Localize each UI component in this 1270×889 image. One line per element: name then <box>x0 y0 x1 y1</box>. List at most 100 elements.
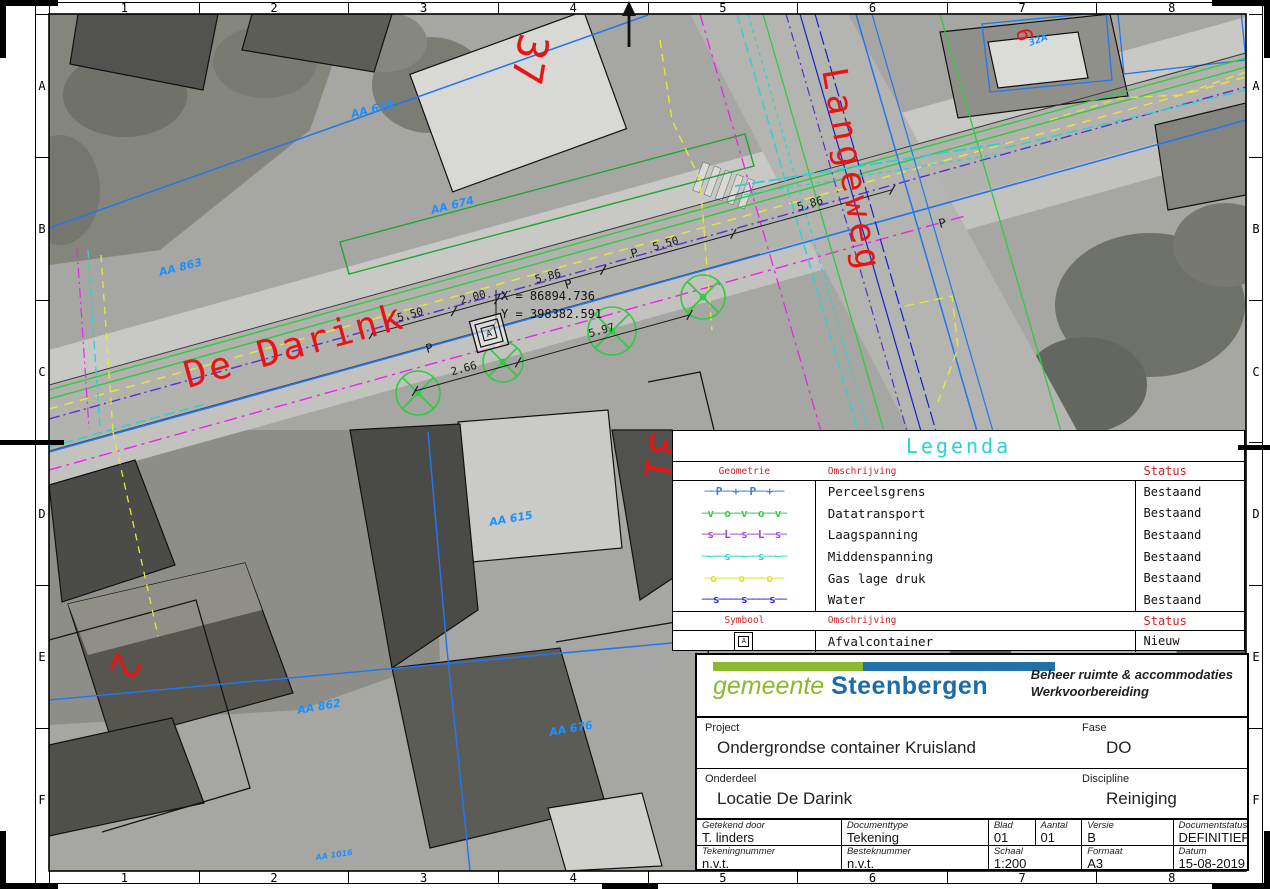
legend-row-water: ──s────s────s── Water Bestaand <box>673 589 1244 611</box>
grid-column-label: 1 <box>50 2 200 14</box>
field-value: 01 <box>994 831 1035 845</box>
discipline-value: Reiniging <box>1106 789 1177 809</box>
coordinate-x: X = 86894.736 <box>501 289 595 303</box>
legend-row-status: Bestaand <box>1136 506 1244 520</box>
grid-column-label: 5 <box>649 2 799 14</box>
fase-label: Fase <box>1082 722 1132 734</box>
line-sample-middenspanning: ─~──s──~──s──~─ <box>702 550 786 563</box>
crop-mark <box>1264 831 1270 889</box>
gemeente-steenbergen-logo: gemeente Steenbergen <box>713 662 1055 701</box>
grid-row-label: D <box>35 443 49 586</box>
legend-row-name: Perceelsgrens <box>816 481 1136 503</box>
grid-column-label: 6 <box>798 2 948 14</box>
title-block: gemeente Steenbergen Beheer ruimte & acc… <box>695 653 1249 871</box>
legend-panel: Legenda Geometrie Omschrijving Status ──… <box>672 430 1245 651</box>
department-text: Beheer ruimte & accommodaties Werkvoorbe… <box>1031 666 1233 700</box>
line-sample-datatransport: ─v──o──v──o──v─ <box>702 507 786 520</box>
field-label: Versie <box>1087 821 1172 831</box>
crop-mark <box>1238 445 1270 450</box>
grid-column-label: 2 <box>200 2 350 14</box>
project-row: Project Ondergrondse container Kruisland… <box>697 718 1247 768</box>
field-versie: Versie B <box>1082 820 1173 845</box>
field-documentstatus: Documentstatus DEFINITIEF <box>1174 820 1247 845</box>
crop-mark <box>0 0 58 6</box>
project-value: Ondergrondse container Kruisland <box>717 738 1247 758</box>
grid-row-label: C <box>1249 301 1263 444</box>
project-label: Project <box>705 722 1247 734</box>
fields-row-2: Tekeningnummer n.v.t. Besteknummer n.v.t… <box>697 845 1247 871</box>
grid-row-label: A <box>1249 15 1263 158</box>
logo-bar-blue <box>863 662 1055 671</box>
field-value: 1:200 <box>994 857 1081 871</box>
field-value: T. linders <box>702 831 841 845</box>
legend-header-geometry: Geometrie Omschrijving Status <box>673 462 1244 480</box>
crop-mark <box>0 0 6 58</box>
fase-value: DO <box>1106 738 1132 758</box>
legend-row-status: Bestaand <box>1136 593 1244 607</box>
legend-row-gas: ─o────o────o── Gas lage druk Bestaand <box>673 567 1244 589</box>
field-tekeningnummer: Tekeningnummer n.v.t. <box>697 846 842 871</box>
crop-mark <box>1212 0 1270 6</box>
legend-geometry-rows: ──P──+──P──+── Perceelsgrens Bestaand ─v… <box>673 480 1244 612</box>
legend-row-name: Afvalcontainer <box>816 631 1136 652</box>
field-formaat: Formaat A3 <box>1082 846 1173 871</box>
field-value: A3 <box>1087 857 1172 871</box>
legend-header-cell: Symbool <box>673 615 816 626</box>
legend-row-name: Datatransport <box>816 503 1136 525</box>
grid-column-label: 3 <box>349 2 499 14</box>
grid-column-label: 2 <box>200 871 350 884</box>
line-sample-water: ──s────s────s── <box>702 593 786 606</box>
grid-row-label: E <box>35 586 49 729</box>
grid-row-label: B <box>35 158 49 301</box>
afvalcontainer-symbol-letter: A <box>738 636 749 647</box>
legend-header-cell: Omschrijving <box>816 615 1136 626</box>
logo-bar-green <box>713 662 863 671</box>
legend-row-laagspanning: ─s──L──s──L──s─ Laagspanning Bestaand <box>673 524 1244 546</box>
grid-row-label: F <box>35 729 49 871</box>
legend-row-perceelsgrens: ──P──+──P──+── Perceelsgrens Bestaand <box>673 481 1244 503</box>
legend-row-name: Middenspanning <box>816 546 1136 568</box>
fields-row-1: Getekend door T. linders Documenttype Te… <box>697 818 1247 845</box>
house-number-37: 37 <box>501 30 558 88</box>
north-arrow-icon <box>619 1 639 47</box>
legend-row-status: Nieuw <box>1136 634 1244 648</box>
grid-band-top: 1 2 3 4 5 6 7 8 <box>49 2 1246 14</box>
legend-header-symbol: Symbool Omschrijving Status <box>673 612 1244 630</box>
field-value: n.v.t. <box>847 857 988 871</box>
legend-row-datatransport: ─v──o──v──o──v─ Datatransport Bestaand <box>673 503 1244 525</box>
legend-row-afvalcontainer: A Afvalcontainer Nieuw <box>673 630 1244 652</box>
field-aantal: Aantal 01 <box>1036 820 1083 845</box>
grid-row-label: E <box>1249 586 1263 729</box>
grid-row-label: C <box>35 301 49 444</box>
legend-row-status: Bestaand <box>1136 485 1244 499</box>
discipline-label: Discipline <box>1082 773 1177 785</box>
grid-band-right: A B C D E F <box>1249 14 1263 871</box>
line-sample-perceelsgrens: ──P──+──P──+── <box>705 485 784 498</box>
grid-column-label: 5 <box>649 871 799 884</box>
title-block-header: gemeente Steenbergen Beheer ruimte & acc… <box>697 655 1247 718</box>
coordinate-y: Y = 398382.591 <box>501 307 602 321</box>
field-blad: Blad 01 <box>989 820 1036 845</box>
legend-row-name: Laagspanning <box>816 524 1136 546</box>
field-besteknummer: Besteknummer n.v.t. <box>842 846 989 871</box>
drawing-sheet: 5.50 2.00 5.86 5.50 5.86 2.66 5.97 P P P… <box>0 0 1270 889</box>
grid-column-label: 1 <box>50 871 200 884</box>
grid-column-label: 7 <box>948 2 1098 14</box>
field-value: B <box>1087 831 1172 845</box>
legend-header-cell: Geometrie <box>673 466 816 477</box>
grid-row-label: A <box>35 15 49 158</box>
field-value: n.v.t. <box>702 857 841 871</box>
legend-row-middenspanning: ─~──s──~──s──~─ Middenspanning Bestaand <box>673 546 1244 568</box>
legend-title: Legenda <box>673 431 1244 462</box>
field-value: Tekening <box>847 831 988 845</box>
field-value: DEFINITIEF <box>1179 831 1247 845</box>
grid-column-label: 7 <box>948 871 1098 884</box>
logo-word-gemeente: gemeente <box>713 672 824 700</box>
department-line2: Werkvoorbereiding <box>1031 683 1233 700</box>
field-value: 01 <box>1041 831 1082 845</box>
crop-mark <box>0 440 64 445</box>
logo-word-steenbergen: Steenbergen <box>831 672 988 700</box>
crop-mark <box>1212 883 1270 889</box>
legend-header-cell: Status <box>1136 614 1244 628</box>
grid-row-label: F <box>1249 729 1263 871</box>
